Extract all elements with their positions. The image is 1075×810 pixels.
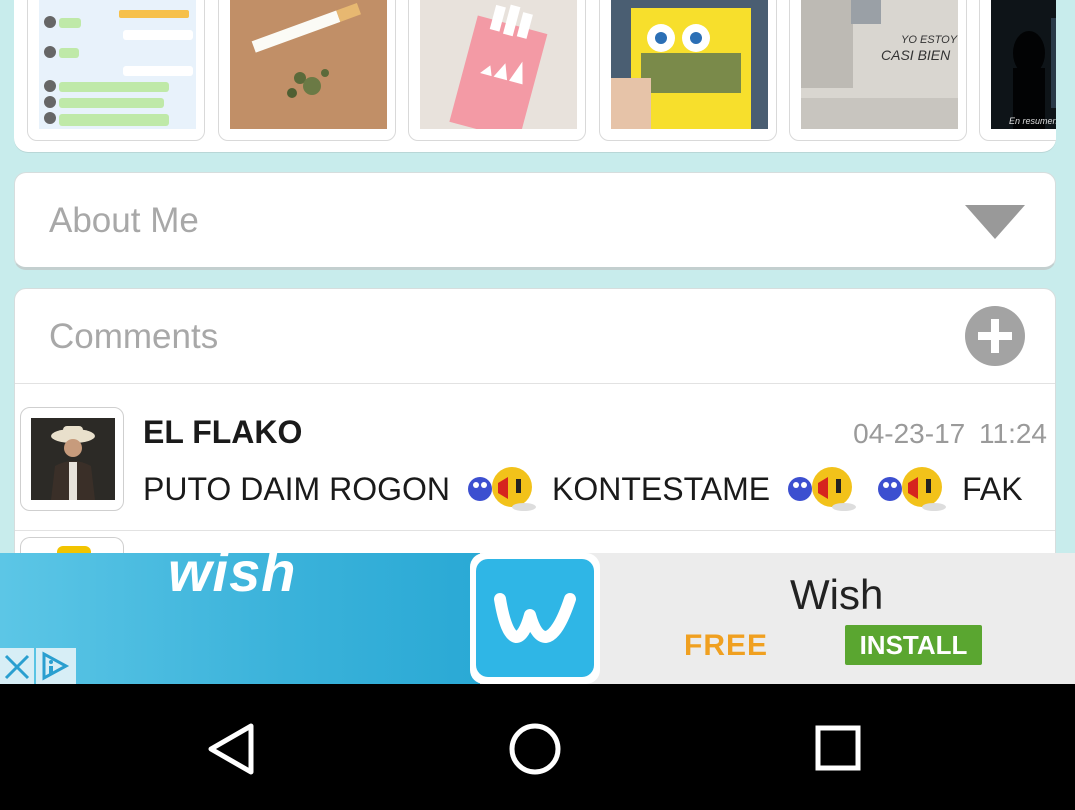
divider (15, 530, 1055, 531)
svg-text:En resumen: En resumen (1009, 116, 1056, 126)
ad-price: FREE (684, 629, 769, 662)
adchoices-icon[interactable] (36, 648, 76, 684)
home-icon[interactable] (495, 714, 575, 784)
back-icon[interactable] (195, 714, 275, 784)
shouting-emoji-icon (872, 465, 950, 513)
chevron-down-icon[interactable] (965, 205, 1025, 239)
adidas-box-photo (420, 0, 577, 129)
comment-timestamp: 04-23-17 11:24 (853, 418, 1047, 449)
wish-logo-icon[interactable] (470, 553, 600, 684)
ad-title: Wish (790, 571, 884, 618)
install-button[interactable]: INSTALL (845, 625, 982, 665)
shouting-emoji-icon (462, 465, 540, 513)
svg-text:CASI BIEN: CASI BIEN (881, 47, 951, 63)
svg-text:YO ESTOY: YO ESTOY (901, 34, 958, 46)
photo-thumb-2[interactable] (218, 0, 396, 141)
photo-thumb-6[interactable]: En resumen (979, 0, 1056, 141)
close-icon[interactable] (0, 648, 34, 684)
divider (15, 383, 1055, 384)
comments-title: Comments (49, 317, 219, 356)
photo-strip: YO ESTOY CASI BIEN En resumen (14, 0, 1056, 152)
photo-thumb-5[interactable]: YO ESTOY CASI BIEN (789, 0, 967, 141)
comment-text: PUTO DAIM ROGON KONTESTAME FAK (143, 465, 1023, 513)
photo-thumb-3[interactable] (408, 0, 586, 141)
photo-thumb-1[interactable] (27, 0, 205, 141)
ad-banner[interactable]: wish Wish FREE INSTALL (0, 553, 1075, 684)
dark-figure-photo: En resumen (991, 0, 1056, 129)
avatar[interactable] (20, 407, 124, 511)
shouting-emoji-icon (782, 465, 860, 513)
chat-screenshot-photo (39, 0, 196, 129)
comments-panel: Comments EL FLAKO 04-23-17 11:24 PUTO DA… (14, 288, 1056, 588)
add-comment-icon[interactable] (965, 306, 1025, 366)
comment-text-part: PUTO DAIM ROGON (143, 470, 450, 507)
wall-graffiti-photo: YO ESTOY CASI BIEN (801, 0, 958, 129)
system-nav-bar (0, 684, 1075, 810)
comment-text-part: FAK (962, 470, 1023, 507)
about-me-panel[interactable]: About Me (14, 172, 1056, 270)
comment-author[interactable]: EL FLAKO (143, 414, 302, 451)
recents-icon[interactable] (798, 714, 878, 784)
avatar-photo (31, 418, 115, 500)
cigarette-photo (230, 0, 387, 129)
photo-thumb-4[interactable] (599, 0, 777, 141)
comment-text-part: KONTESTAME (551, 470, 771, 507)
spongebob-box-photo (611, 0, 768, 129)
about-me-title: About Me (49, 201, 199, 240)
ad-brand-word: wish (168, 553, 297, 603)
